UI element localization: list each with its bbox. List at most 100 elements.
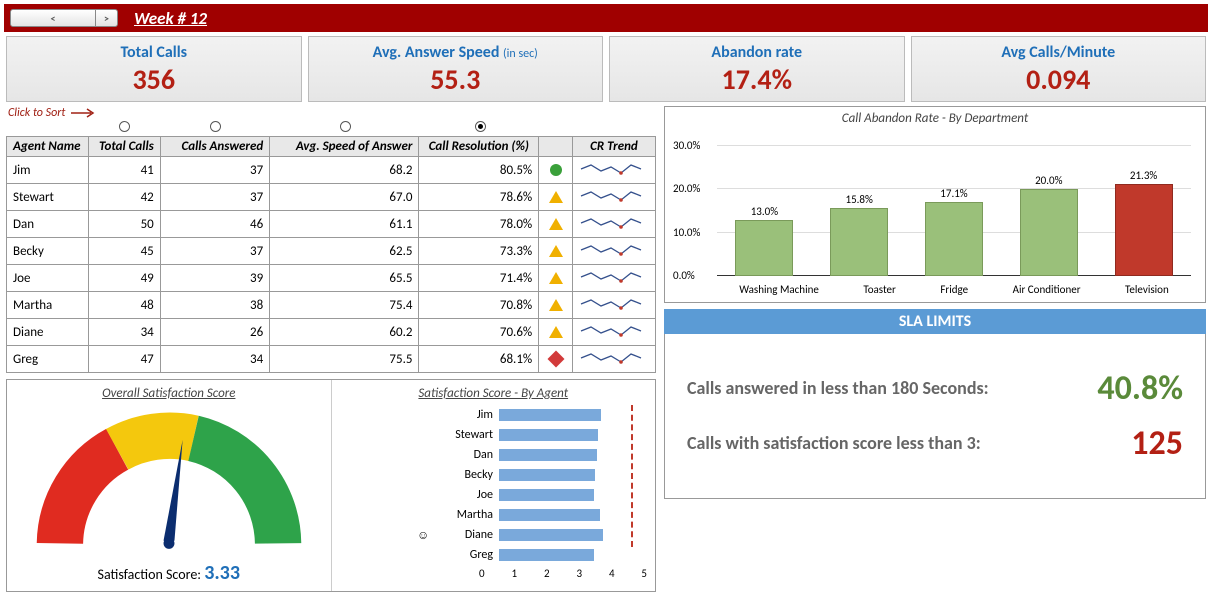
hbar bbox=[499, 469, 595, 481]
x-tick: Fridge bbox=[940, 283, 968, 296]
kpi-value: 55.3 bbox=[317, 62, 595, 97]
x-axis: Washing Machine Toaster Fridge Air Conditio… bbox=[717, 283, 1191, 296]
sparkline-icon bbox=[579, 321, 649, 339]
sparkline-icon bbox=[579, 267, 649, 285]
week-stepper: < > bbox=[10, 9, 118, 27]
sort-radio[interactable] bbox=[340, 121, 351, 132]
kpi-title: Avg Calls/Minute bbox=[1001, 43, 1115, 62]
agents-table: Agent NameTotal CallsCalls AnsweredAvg. … bbox=[6, 136, 656, 373]
abandon-rate-panel: Call Abandon Rate - By Department 0.0% 10… bbox=[664, 106, 1206, 303]
abandon-bar: 21.3% bbox=[1115, 184, 1173, 276]
hbar bbox=[499, 489, 594, 501]
sort-radio-row bbox=[6, 118, 656, 134]
kpi-title: Total Calls bbox=[120, 43, 187, 62]
smile-icon: ☺ bbox=[417, 528, 431, 543]
hbar-row: Becky bbox=[417, 465, 647, 485]
status-indicator-icon bbox=[549, 218, 563, 230]
hbar-row: Joe bbox=[417, 485, 647, 505]
status-indicator-icon bbox=[547, 351, 564, 368]
abandon-bar: 13.0% bbox=[735, 220, 793, 276]
sla-header: SLA LIMITS bbox=[664, 309, 1206, 334]
hbar-row: Stewart bbox=[417, 425, 647, 445]
abandon-bar: 17.1% bbox=[925, 202, 983, 276]
hbar-row: Jim bbox=[417, 405, 647, 425]
kpi-value: 0.094 bbox=[920, 62, 1198, 97]
sort-radio[interactable] bbox=[119, 121, 130, 132]
column-header[interactable]: CR Trend bbox=[572, 137, 655, 157]
table-row: Stewart423767.078.6% bbox=[7, 184, 656, 211]
kpi-avg-answer-speed: Avg. Answer Speed (in sec) 55.3 bbox=[308, 36, 604, 102]
column-header[interactable]: Avg. Speed of Answer bbox=[270, 137, 419, 157]
hbar bbox=[499, 409, 601, 421]
status-indicator-icon bbox=[549, 245, 563, 257]
hbar-label: Diane bbox=[437, 528, 493, 542]
hbar-axis: 012345 bbox=[479, 567, 647, 580]
bar-value-label: 21.3% bbox=[1130, 169, 1157, 182]
hbar-row: ☺ Diane bbox=[417, 525, 647, 545]
gauge-value: 3.33 bbox=[204, 561, 240, 585]
y-tick: 20.0% bbox=[673, 182, 700, 195]
column-header[interactable]: Total Calls bbox=[88, 137, 160, 157]
x-tick: Toaster bbox=[863, 283, 896, 296]
week-next-button[interactable]: > bbox=[96, 9, 118, 27]
table-row: Becky453762.573.3% bbox=[7, 238, 656, 265]
sparkline-icon bbox=[579, 348, 649, 366]
week-prev-button[interactable]: < bbox=[10, 9, 96, 27]
hbar-label: Becky bbox=[437, 468, 493, 482]
status-indicator-icon bbox=[549, 299, 563, 311]
column-header[interactable]: Calls Answered bbox=[160, 137, 269, 157]
hbar bbox=[499, 449, 597, 461]
table-row: Martha483875.470.8% bbox=[7, 292, 656, 319]
sparkline-icon bbox=[579, 294, 649, 312]
abandon-bar: 20.0% bbox=[1020, 189, 1078, 276]
sort-radio[interactable] bbox=[475, 121, 486, 132]
status-indicator-icon bbox=[549, 191, 563, 203]
x-tick: Washing Machine bbox=[739, 283, 819, 296]
panel-title: Satisfaction Score - By Agent bbox=[340, 386, 648, 401]
gauge-chart bbox=[24, 407, 314, 557]
sort-radio[interactable] bbox=[210, 121, 221, 132]
kpi-title: Avg. Answer Speed bbox=[373, 43, 503, 62]
panel-title: Call Abandon Rate - By Department bbox=[673, 111, 1197, 126]
status-indicator-icon bbox=[549, 326, 563, 338]
threshold-line bbox=[631, 405, 633, 547]
hbar bbox=[499, 429, 598, 441]
panel-title: Overall Satisfaction Score bbox=[15, 386, 323, 401]
hbar-label: Jim bbox=[437, 408, 493, 422]
gauge-score-row: Satisfaction Score: 3.33 bbox=[15, 561, 323, 585]
sla-row-label: Calls with satisfaction score less than … bbox=[687, 433, 981, 455]
x-tick: Air Conditioner bbox=[1013, 283, 1081, 296]
sla-row-value: 40.8% bbox=[1097, 368, 1183, 409]
satisfaction-by-agent-panel: Satisfaction Score - By Agent Jim Stewart… bbox=[332, 380, 656, 591]
status-indicator-icon bbox=[550, 164, 562, 176]
hbar-row: Greg bbox=[417, 545, 647, 565]
hbar-row: Dan bbox=[417, 445, 647, 465]
status-indicator-icon bbox=[549, 272, 563, 284]
table-row: Dan504661.178.0% bbox=[7, 211, 656, 238]
column-header[interactable]: Call Resolution (%) bbox=[419, 137, 539, 157]
table-row: Joe493965.571.4% bbox=[7, 265, 656, 292]
hbar bbox=[499, 509, 600, 521]
sparkline-icon bbox=[579, 213, 649, 231]
sparkline-icon bbox=[579, 240, 649, 258]
hbar-label: Joe bbox=[437, 488, 493, 502]
sla-body: Calls answered in less than 180 Seconds:… bbox=[664, 334, 1206, 499]
bar-value-label: 13.0% bbox=[751, 205, 778, 218]
kpi-row: Total Calls 356 Avg. Answer Speed (in se… bbox=[0, 36, 1212, 102]
y-tick: 10.0% bbox=[673, 226, 700, 239]
week-banner: < > Week # 12 bbox=[4, 4, 1208, 32]
column-header[interactable] bbox=[539, 137, 573, 157]
table-row: Diane342660.270.6% bbox=[7, 319, 656, 346]
y-tick: 0.0% bbox=[673, 269, 695, 282]
kpi-abandon-rate: Abandon rate 17.4% bbox=[609, 36, 905, 102]
sparkline-icon bbox=[579, 159, 649, 177]
bar-value-label: 20.0% bbox=[1035, 174, 1062, 187]
hbar bbox=[499, 529, 603, 541]
x-tick: Television bbox=[1125, 283, 1169, 296]
week-label: Week # 12 bbox=[134, 8, 207, 29]
sparkline-icon bbox=[579, 186, 649, 204]
table-row: Jim413768.280.5% bbox=[7, 157, 656, 184]
y-tick: 30.0% bbox=[673, 139, 700, 152]
hbar bbox=[499, 549, 594, 561]
column-header[interactable]: Agent Name bbox=[7, 137, 89, 157]
